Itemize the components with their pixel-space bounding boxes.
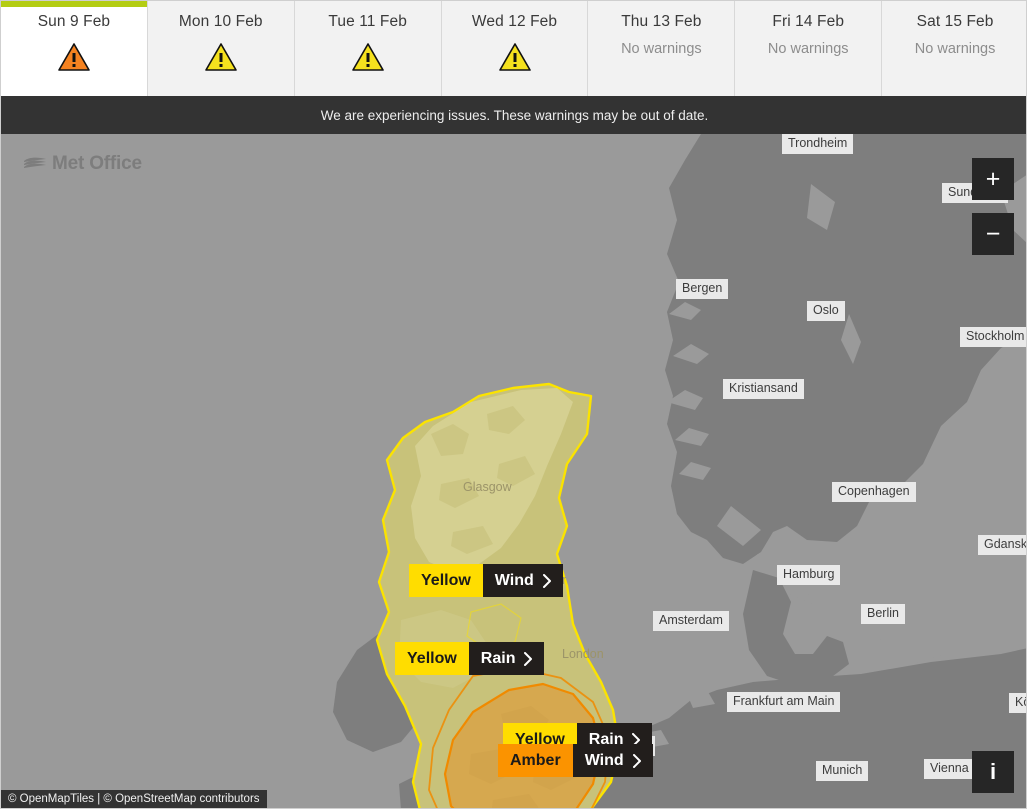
city-label-glasgow: Glasgow <box>463 480 512 494</box>
warning-badge-yellow-rain-north[interactable]: Yellow Rain <box>395 642 545 675</box>
city-label-koln: Köln <box>1009 693 1026 713</box>
city-label-amsterdam: Amsterdam <box>653 611 729 631</box>
warning-badge-amber-wind[interactable]: Amber Wind <box>498 744 653 777</box>
warning-level-label: Yellow <box>409 564 483 597</box>
tab-sat-15-feb[interactable]: Sat 15 Feb No warnings <box>882 1 1026 96</box>
met-office-warnings-page: Sun 9 Feb Mon 10 Feb Tue 11 Feb Wed 12 F… <box>0 0 1027 809</box>
tab-label: Sat 15 Feb <box>916 13 994 30</box>
warning-type-text: Rain <box>480 649 516 667</box>
warning-level-label: Amber <box>498 744 573 777</box>
city-label-hamburg: Hamburg <box>777 565 841 585</box>
tab-label: Thu 13 Feb <box>621 13 702 30</box>
warning-level-label: Yellow <box>395 642 469 675</box>
warnings-map[interactable]: Met Office Trondheim Sundsvall Bergen Os… <box>1 134 1026 808</box>
warning-triangle-icon <box>58 42 90 71</box>
map-canvas <box>1 134 1026 808</box>
city-label-trondheim: Trondheim <box>782 134 854 154</box>
service-alert-bar: We are experiencing issues. These warnin… <box>1 96 1026 134</box>
service-alert-message: We are experiencing issues. These warnin… <box>320 107 709 123</box>
tab-status-text: No warnings <box>914 40 996 57</box>
warning-triangle-icon <box>351 42 384 71</box>
city-label-frankfurt: Frankfurt am Main <box>727 692 841 712</box>
tab-label: Fri 14 Feb <box>772 13 845 30</box>
map-info-button[interactable]: i <box>972 751 1014 793</box>
tab-status-text: No warnings <box>767 40 849 57</box>
tab-label: Tue 11 Feb <box>328 13 407 30</box>
city-label-london: London <box>562 647 604 661</box>
chevron-right-icon <box>542 573 551 588</box>
warning-type-label: Wind <box>482 564 563 597</box>
city-label-munich: Munich <box>816 761 869 781</box>
map-attribution[interactable]: © OpenMapTiles | © OpenStreetMap contrib… <box>1 789 267 808</box>
chevron-right-icon <box>524 651 533 666</box>
warning-triangle-icon <box>204 42 237 71</box>
city-label-bergen: Bergen <box>676 279 729 299</box>
tab-mon-10-feb[interactable]: Mon 10 Feb <box>147 1 295 96</box>
zoom-in-button[interactable]: + <box>972 158 1014 200</box>
warning-badge-yellow-wind[interactable]: Yellow Wind <box>409 564 563 597</box>
tab-label: Wed 12 Feb <box>471 13 558 30</box>
tab-wed-12-feb[interactable]: Wed 12 Feb <box>441 1 589 96</box>
active-tab-indicator <box>1 1 147 7</box>
warning-type-text: Wind <box>584 751 624 769</box>
warning-type-label: Rain <box>468 642 545 675</box>
day-tab-strip: Sun 9 Feb Mon 10 Feb Tue 11 Feb Wed 12 F… <box>1 1 1026 96</box>
tab-fri-14-feb[interactable]: Fri 14 Feb No warnings <box>735 1 883 96</box>
city-label-copenhagen: Copenhagen <box>832 482 916 502</box>
zoom-out-button[interactable]: − <box>972 213 1014 255</box>
tab-sun-9-feb[interactable]: Sun 9 Feb <box>1 1 148 96</box>
city-label-gdansk: Gdansk <box>978 535 1026 555</box>
tab-tue-11-feb[interactable]: Tue 11 Feb <box>294 1 442 96</box>
warning-type-label: Wind <box>572 744 653 777</box>
tab-label: Sun 9 Feb <box>37 13 111 30</box>
tab-status-text: No warnings <box>621 40 702 57</box>
city-label-vienna: Vienna <box>924 759 975 779</box>
tab-label: Mon 10 Feb <box>178 13 263 30</box>
city-label-kristiansand: Kristiansand <box>723 379 804 399</box>
warning-type-text: Wind <box>494 571 534 589</box>
city-label-oslo: Oslo <box>807 301 845 321</box>
warning-triangle-icon <box>498 42 531 71</box>
city-label-stockholm: Stockholm <box>960 327 1026 347</box>
chevron-right-icon <box>632 753 641 768</box>
tab-thu-13-feb[interactable]: Thu 13 Feb No warnings <box>588 1 736 96</box>
city-label-berlin: Berlin <box>861 604 905 624</box>
